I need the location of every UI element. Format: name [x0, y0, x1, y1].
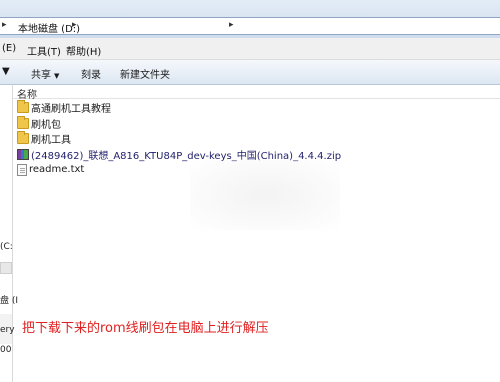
share-button[interactable]: 共享 ▼	[31, 66, 59, 81]
folder-icon	[17, 100, 29, 113]
address-strip: ▸ 本地磁盘 (D:) ▸ ▸	[0, 0, 500, 38]
toolbar-dropdown-icon[interactable]: ▼	[2, 66, 10, 77]
folder-icon	[17, 131, 29, 144]
share-label: 共享	[31, 70, 51, 81]
file-name: 高通刷机工具教程	[31, 104, 111, 115]
file-row-folder-tutorial[interactable]: 高通刷机工具教程	[17, 100, 487, 115]
menu-tools[interactable]: 工具(T)	[27, 43, 61, 58]
file-name: 刷机工具	[31, 135, 71, 146]
zip-archive-icon	[17, 148, 29, 160]
command-toolbar: ▼ 共享 ▼ 刻录 新建文件夹	[0, 60, 500, 85]
nav-item-fragment-2[interactable]: 00	[0, 345, 11, 355]
column-header: 名称	[13, 85, 500, 101]
background-glow	[190, 160, 340, 230]
explorer-window: ▸ 本地磁盘 (D:) ▸ ▸ (E) 工具(T) 帮助(H) ▼ 共享 ▼ 刻录…	[0, 0, 500, 382]
menu-bar: (E) 工具(T) 帮助(H)	[0, 38, 500, 60]
chevron-right-icon[interactable]: ▸	[2, 20, 7, 30]
menu-edit[interactable]: (E)	[2, 43, 16, 54]
nav-item-drive-c[interactable]: (C:	[0, 242, 13, 252]
file-name: readme.txt	[29, 164, 85, 175]
chevron-down-icon: ▼	[54, 72, 60, 80]
burn-button[interactable]: 刻录	[81, 66, 101, 81]
address-dropdown-icon[interactable]: ▸	[229, 20, 234, 30]
file-row-folder-tools[interactable]: 刷机工具	[17, 131, 487, 146]
nav-item-fragment[interactable]: ery	[0, 325, 15, 335]
text-file-icon	[17, 163, 27, 176]
folder-icon	[17, 115, 29, 129]
navigation-pane[interactable]: (C: 盘 (I ery 00	[0, 85, 18, 382]
address-path[interactable]: 本地磁盘 (D:)	[18, 20, 80, 35]
instruction-caption: 把下载下来的rom线刷包在电脑上进行解压	[22, 321, 269, 336]
address-bar[interactable]: ▸ 本地磁盘 (D:) ▸ ▸	[0, 17, 500, 35]
column-name-header[interactable]: 名称	[17, 86, 37, 101]
nav-item-drive-i[interactable]: 盘 (I	[0, 293, 18, 306]
file-name: 刷机包	[31, 119, 61, 131]
menu-help[interactable]: 帮助(H)	[66, 43, 101, 58]
nav-item-box[interactable]	[0, 262, 12, 274]
file-row-folder-package[interactable]: 刷机包	[17, 115, 487, 131]
new-folder-button[interactable]: 新建文件夹	[120, 66, 170, 81]
breadcrumb-separator-icon[interactable]: ▸	[72, 20, 77, 30]
